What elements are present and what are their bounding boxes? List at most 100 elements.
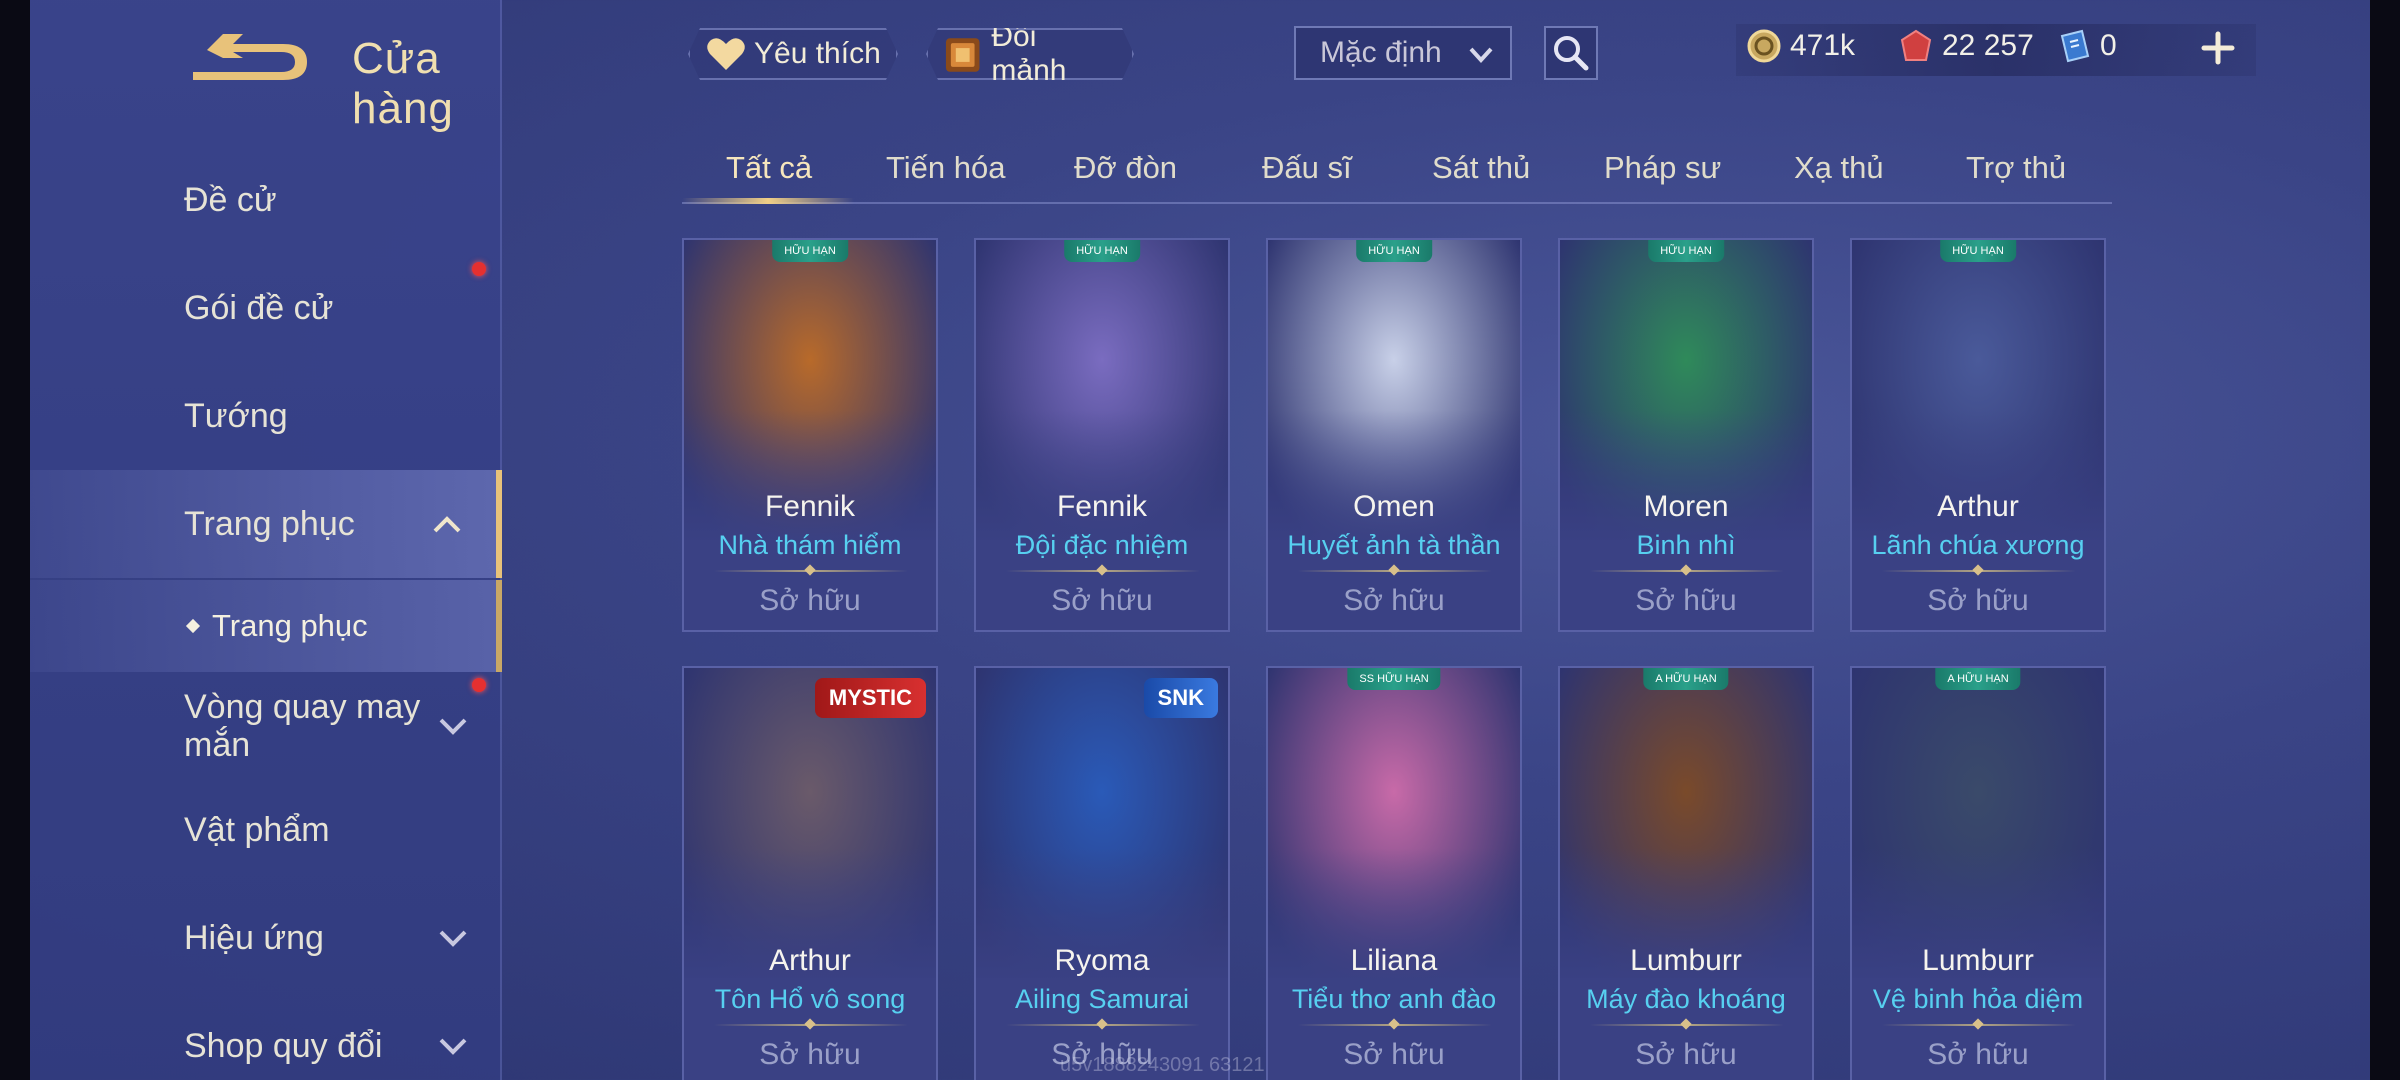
- card-divider: [1006, 570, 1200, 572]
- sort-dropdown-value: Mặc định: [1320, 36, 1442, 69]
- chevron-down-icon: [439, 1038, 467, 1055]
- card-divider: [1298, 1024, 1492, 1026]
- add-currency-button[interactable]: [2196, 26, 2240, 70]
- hero-name: Fennik: [764, 490, 856, 523]
- watermark: u5v1888243091 63121: [1060, 1054, 1265, 1076]
- category-tabs: Tất cả Tiến hóa Đỡ đòn Đấu sĩ Sát thủ Ph…: [682, 140, 2112, 204]
- sidebar-item-recommended-packs[interactable]: Gói đề cử: [30, 262, 502, 354]
- skin-card[interactable]: HỮU HẠN Arthur Lãnh chúa xương Sở hữu: [1850, 238, 2106, 632]
- hero-name: Lumburr: [1630, 944, 1742, 977]
- gold-currency: 471k: [1746, 28, 1855, 64]
- chevron-up-icon: [433, 516, 461, 533]
- card-divider: [714, 1024, 908, 1026]
- ownership-status: Sở hữu: [759, 584, 861, 617]
- skin-name: Lãnh chúa xương: [1871, 530, 2085, 560]
- notification-dot: [472, 678, 486, 692]
- tab-all[interactable]: Tất cả: [726, 150, 812, 186]
- notification-dot: [472, 262, 486, 276]
- ownership-status: Sở hữu: [1927, 584, 2029, 617]
- skin-tier-badge: HỮU HẠN: [1356, 240, 1432, 262]
- skin-name: Binh nhì: [1636, 530, 1736, 560]
- sidebar-item-exchange-shop[interactable]: Shop quy đổi: [30, 1000, 502, 1080]
- skin-card[interactable]: HỮU HẠN Fennik Nhà thám hiểm Sở hữu: [682, 238, 938, 632]
- sidebar-item-label: Vòng quay may mắn: [184, 688, 421, 764]
- skin-tier-badge: A HỮU HẠN: [1643, 668, 1729, 690]
- card-divider: [1882, 1024, 2076, 1026]
- card-divider: [1006, 1024, 1200, 1026]
- skin-card[interactable]: HỮU HẠN Omen Huyết ảnh tà thần Sở hữu: [1266, 238, 1522, 632]
- skin-tier-badge: SNK: [1143, 678, 1218, 718]
- sidebar-item-recommended[interactable]: Đề cử: [30, 154, 502, 246]
- hero-name: Arthur: [1937, 490, 2019, 523]
- tab-fighter[interactable]: Đấu sĩ: [1262, 150, 1352, 186]
- favorites-button[interactable]: Yêu thích: [688, 28, 898, 80]
- skin-name: Đội đặc nhiệm: [1015, 530, 1189, 560]
- card-divider: [1590, 1024, 1784, 1026]
- sidebar: Cửa hàng Đề cử Gói đề cử Tướng Trang phụ…: [30, 0, 502, 1080]
- skin-card[interactable]: HỮU HẠN Fennik Đội đặc nhiệm Sở hữu: [974, 238, 1230, 632]
- hero-name: Arthur: [769, 944, 851, 977]
- tab-tank[interactable]: Đỡ đòn: [1074, 150, 1177, 186]
- tab-support[interactable]: Trợ thủ: [1966, 150, 2066, 186]
- skin-name: Nhà thám hiểm: [718, 530, 902, 560]
- plus-icon: [2201, 31, 2235, 65]
- ownership-status: Sở hữu: [1635, 1038, 1737, 1071]
- skin-card[interactable]: HỮU HẠN Moren Binh nhì Sở hữu: [1558, 238, 1814, 632]
- active-tab-indicator: [682, 198, 854, 204]
- tab-assassin[interactable]: Sát thủ: [1432, 150, 1530, 186]
- skin-tier-badge: A HỮU HẠN: [1935, 668, 2021, 690]
- card-divider: [1882, 570, 2076, 572]
- chevron-down-icon: [439, 930, 467, 947]
- skin-name: Huyết ảnh tà thần: [1287, 530, 1501, 560]
- sidebar-item-label: Shop quy đổi: [184, 1026, 383, 1065]
- skin-name: Tôn Hổ vô song: [714, 984, 906, 1014]
- search-icon: [1554, 36, 1589, 71]
- sort-dropdown[interactable]: Mặc định: [1294, 26, 1512, 80]
- search-button[interactable]: [1544, 26, 1598, 80]
- skin-card[interactable]: A HỮU HẠN Lumburr Vệ binh hỏa diệm Sở hữu: [1850, 666, 2106, 1080]
- hero-name: Fennik: [1056, 490, 1148, 523]
- sidebar-item-label: Tướng: [184, 396, 288, 435]
- sidebar-item-label: Hiệu ứng: [184, 918, 324, 957]
- sidebar-subitem-skins[interactable]: Trang phục: [30, 580, 502, 672]
- ownership-status: Sở hữu: [1927, 1038, 2029, 1071]
- screen-edge-left: [0, 0, 30, 1080]
- sidebar-item-lucky-spin[interactable]: Vòng quay may mắn: [30, 676, 502, 776]
- tab-evolution[interactable]: Tiến hóa: [886, 150, 1006, 186]
- skin-card[interactable]: A HỮU HẠN Lumburr Máy đào khoáng Sở hữu: [1558, 666, 1814, 1080]
- chevron-down-icon: [1469, 47, 1493, 63]
- voucher-amount: 22 257: [1942, 29, 2034, 62]
- tab-mage[interactable]: Pháp sư: [1604, 150, 1721, 186]
- voucher-currency: 22 257: [1898, 28, 2034, 64]
- sidebar-item-items[interactable]: Vật phẩm: [30, 784, 502, 876]
- back-button[interactable]: [185, 30, 315, 90]
- tab-marksman[interactable]: Xạ thủ: [1794, 150, 1884, 186]
- skin-card[interactable]: MYSTIC Arthur Tôn Hổ vô song Sở hữu: [682, 666, 938, 1080]
- skin-tier-badge: HỮU HẠN: [1940, 240, 2016, 262]
- hero-name: Liliana: [1350, 944, 1438, 977]
- chevron-down-icon: [439, 718, 467, 735]
- screen-edge-right: [2370, 0, 2400, 1080]
- skin-tier-badge: MYSTIC: [814, 678, 926, 718]
- skin-card[interactable]: SNK Ryoma Ailing Samurai Sở hữu: [974, 666, 1230, 1080]
- skin-tier-badge: SS HỮU HẠN: [1347, 668, 1441, 690]
- sidebar-item-effects[interactable]: Hiệu ứng: [30, 892, 502, 984]
- skin-name: Vệ binh hỏa diệm: [1872, 984, 2084, 1014]
- sidebar-item-skins[interactable]: Trang phục: [30, 470, 502, 578]
- exchange-shards-label: Đổi mảnh: [991, 20, 1067, 87]
- ownership-status: Sở hữu: [1343, 1038, 1445, 1071]
- ticket-icon: [2060, 29, 2090, 63]
- skin-name: Ailing Samurai: [1014, 984, 1190, 1014]
- favorites-label: Yêu thích: [754, 37, 881, 70]
- sidebar-subitem-label: Trang phục: [212, 608, 368, 643]
- exchange-shards-button[interactable]: Đổi mảnh: [926, 28, 1134, 80]
- diamond-bullet-icon: [185, 618, 201, 634]
- skin-tier-badge: HỮU HẠN: [1648, 240, 1724, 262]
- skin-card[interactable]: SS HỮU HẠN Liliana Tiểu thơ anh đào Sở hữu: [1266, 666, 1522, 1080]
- sidebar-item-label: Đề cử: [184, 180, 277, 219]
- voucher-gem-icon: [1900, 29, 1932, 61]
- ownership-status: Sở hữu: [1635, 584, 1737, 617]
- sidebar-item-heroes[interactable]: Tướng: [30, 370, 502, 462]
- page-title: Cửa hàng: [352, 34, 454, 133]
- card-divider: [1298, 570, 1492, 572]
